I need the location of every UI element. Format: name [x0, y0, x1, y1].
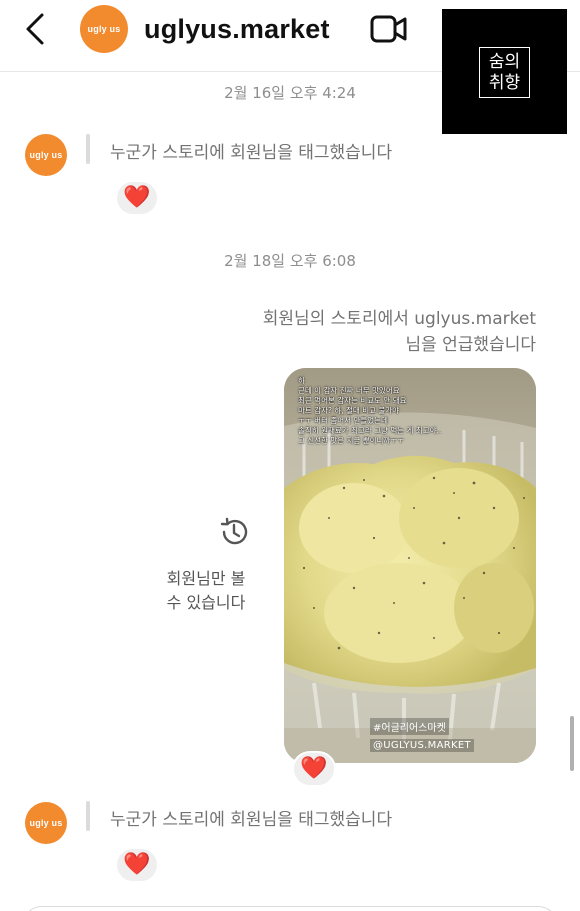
sender-avatar[interactable]: ugly us: [25, 802, 67, 844]
brand-watermark: 숨의 취향: [442, 9, 567, 134]
profile-avatar[interactable]: ugly us: [80, 5, 128, 53]
reaction-badge[interactable]: ❤️: [292, 751, 336, 787]
reply-bar: [86, 801, 90, 831]
timestamp: 2월 16일 오후 4:24: [224, 84, 356, 102]
story-hashtag: #어글리어스마켓: [370, 718, 449, 735]
avatar-logo: ugly us: [87, 24, 121, 34]
history-clock-icon: [218, 516, 250, 548]
timestamp: 2월 18일 오후 6:08: [224, 252, 356, 270]
video-call-button[interactable]: [369, 13, 409, 45]
chevron-left-icon: [26, 13, 44, 45]
avatar-logo: ugly us: [29, 818, 63, 828]
mention-line2: 님을 언급했습니다: [405, 335, 536, 355]
message-composer[interactable]: [22, 906, 558, 911]
heart-icon: ❤️: [123, 852, 151, 877]
avatar-logo: ugly us: [29, 150, 63, 160]
reply-bar: [86, 134, 90, 164]
story-caption: 하 근데 이 감자 진짜 너무 맛있어요 최근 먹어본 감자는 비교도 안 돼요…: [298, 376, 442, 445]
story-thumbnail[interactable]: 하 근데 이 감자 진짜 너무 맛있어요 최근 먹어본 감자는 비교도 안 돼요…: [284, 368, 536, 763]
sender-avatar[interactable]: ugly us: [25, 134, 67, 176]
video-camera-icon: [370, 15, 407, 43]
mention-line1: 회원님의 스토리에서 uglyus.market: [262, 309, 536, 329]
reaction-badge[interactable]: ❤️: [115, 180, 159, 216]
back-button[interactable]: [22, 12, 52, 46]
heart-icon: ❤️: [123, 185, 151, 210]
reaction-badge[interactable]: ❤️: [115, 847, 159, 883]
mention-text: 회원님의 스토리에서 uglyus.market 님을 언급했습니다: [216, 306, 536, 358]
chat-title[interactable]: uglyus.market: [144, 14, 330, 45]
scrollbar-thumb[interactable]: [570, 716, 574, 771]
private-line2: 수 있습니다: [166, 593, 246, 612]
heart-icon: ❤️: [300, 756, 328, 781]
story-tag-text[interactable]: 누군가 스토리에 회원님을 태그했습니다: [110, 805, 392, 830]
story-handle: @UGLYUS.MARKET: [370, 739, 474, 752]
brand-line1: 숨의: [488, 52, 521, 72]
private-line1: 회원님만 볼: [166, 569, 246, 588]
story-tag-text[interactable]: 누군가 스토리에 회원님을 태그했습니다: [110, 138, 392, 163]
private-notice: 회원님만 볼 수 있습니다: [150, 567, 262, 615]
